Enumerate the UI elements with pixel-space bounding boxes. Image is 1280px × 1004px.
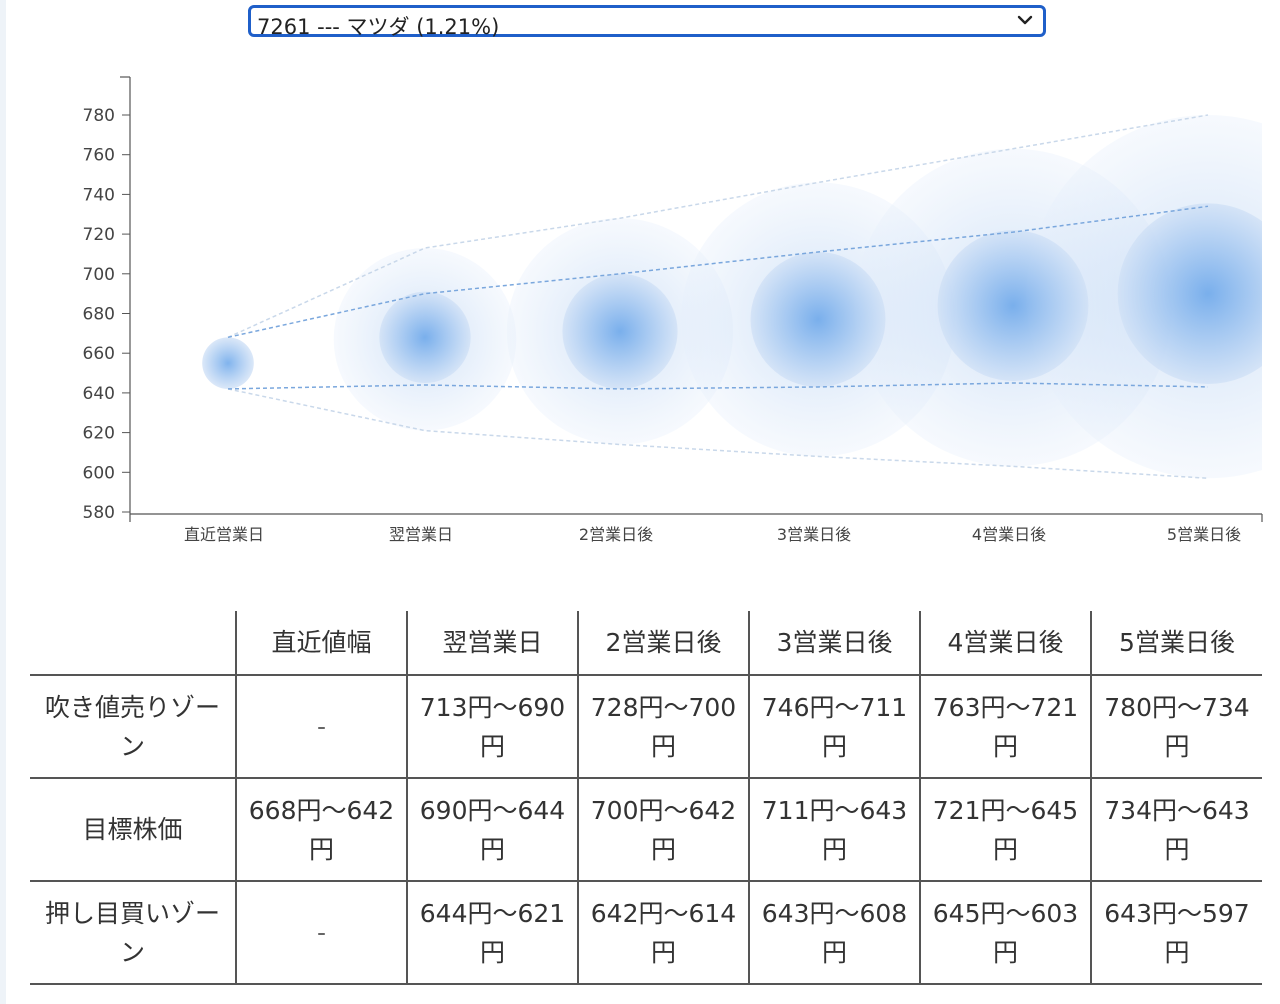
x-tick-label: 5営業日後 <box>1167 525 1241 544</box>
table-cell: 700円〜642円 <box>577 777 750 882</box>
y-tick-label: 780 <box>83 106 115 126</box>
table-cell: 642円〜614円 <box>577 880 750 985</box>
x-tick-label: 3営業日後 <box>777 525 851 544</box>
table-header-cell: 2営業日後 <box>577 611 750 676</box>
price-forecast-chart: 580 600 620 640 660 680 700 720 740 760 780 直近営業日 翌営… <box>83 76 1263 544</box>
y-tick-label: 720 <box>83 225 115 245</box>
table-cell: 734円〜643円 <box>1090 777 1262 882</box>
table-cell: - <box>235 674 408 779</box>
row-label: 吹き値売りゾーン <box>30 674 237 779</box>
table-cell: 721円〜645円 <box>919 777 1092 882</box>
table-cell: 643円〜597円 <box>1090 880 1262 985</box>
zone-table: 直近値幅 翌営業日 2営業日後 3営業日後 4営業日後 5営業日後 吹き値売りゾ… <box>30 611 1262 985</box>
table-header-cell: 直近値幅 <box>235 611 408 676</box>
stock-select-value: 7261 --- マツダ (1.21%) <box>257 15 500 39</box>
table-cell: - <box>235 880 408 985</box>
y-tick-label: 700 <box>83 265 115 285</box>
table-cell: 690円〜644円 <box>406 777 579 882</box>
target-bubble <box>937 230 1089 381</box>
table-cell: 728円〜700円 <box>577 674 750 779</box>
y-tick-label: 620 <box>83 424 115 444</box>
x-tick-label: 直近営業日 <box>184 525 264 544</box>
y-tick-label: 760 <box>83 146 115 166</box>
stock-select[interactable]: 7261 --- マツダ (1.21%) <box>248 5 1046 39</box>
x-tick-label: 翌営業日 <box>389 525 453 544</box>
table-header-cell: 4営業日後 <box>919 611 1092 676</box>
y-tick-label: 600 <box>83 463 115 483</box>
y-tick-label: 680 <box>83 305 115 325</box>
table-row-lower-zone: 押し目買いゾーン - 644円〜621円 642円〜614円 643円〜608円… <box>30 880 1262 985</box>
target-bubble <box>562 273 678 389</box>
table-cell: 746円〜711円 <box>748 674 921 779</box>
target-bubble <box>379 291 471 383</box>
table-header-cell: 5営業日後 <box>1090 611 1262 676</box>
table-header-cell: 翌営業日 <box>406 611 579 676</box>
table-row-target-price: 目標株価 668円〜642円 690円〜644円 700円〜642円 711円〜… <box>30 777 1262 882</box>
table-cell: 644円〜621円 <box>406 880 579 985</box>
y-tick-label: 640 <box>83 384 115 404</box>
y-tick-label: 580 <box>83 503 115 523</box>
table-cell: 643円〜608円 <box>748 880 921 985</box>
target-bubble <box>202 337 254 389</box>
table-cell: 713円〜690円 <box>406 674 579 779</box>
row-label: 目標株価 <box>30 777 237 882</box>
table-cell: 780円〜734円 <box>1090 674 1262 779</box>
table-cell: 668円〜642円 <box>235 777 408 882</box>
target-bubble <box>750 251 886 387</box>
table-cell: 711円〜643円 <box>748 777 921 882</box>
table-header-cell: 3営業日後 <box>748 611 921 676</box>
table-cell: 763円〜721円 <box>919 674 1092 779</box>
y-tick-label: 660 <box>83 344 115 364</box>
x-tick-label: 2営業日後 <box>579 525 653 544</box>
table-header-cell <box>30 611 237 676</box>
table-cell: 645円〜603円 <box>919 880 1092 985</box>
table-row-upper-zone: 吹き値売りゾーン - 713円〜690円 728円〜700円 746円〜711円… <box>30 674 1262 779</box>
row-label: 押し目買いゾーン <box>30 880 237 985</box>
x-tick-label: 4営業日後 <box>972 525 1046 544</box>
chevron-down-icon <box>1017 15 1033 25</box>
table-header-row: 直近値幅 翌営業日 2営業日後 3営業日後 4営業日後 5営業日後 <box>30 611 1262 676</box>
y-tick-label: 740 <box>83 185 115 205</box>
